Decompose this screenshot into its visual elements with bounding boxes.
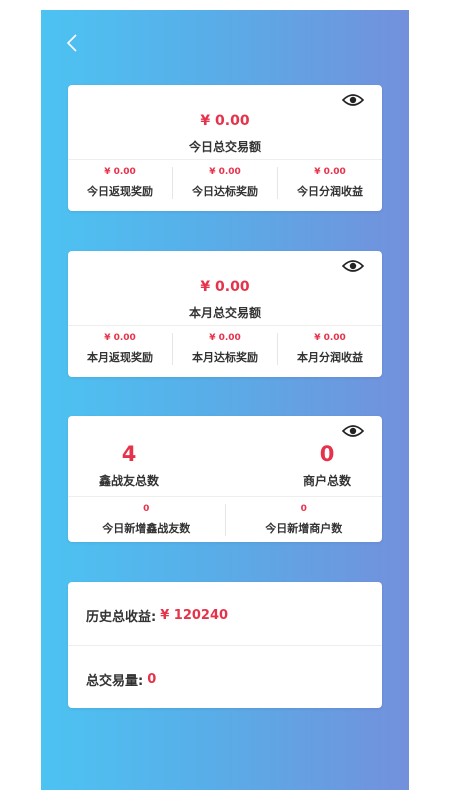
month-reward-columns: ¥ 0.00 本月返现奖励 ¥ 0.00 本月达标奖励 ¥ 0.00 本月分润收…: [68, 333, 382, 365]
month-total-amount: ¥ 0.00: [200, 279, 250, 295]
counts-card: 4 鑫战友总数 0 商户总数 0 今日新增鑫战友数 0 今日新增商户数: [68, 416, 382, 542]
today-reward-columns: ¥ 0.00 今日返现奖励 ¥ 0.00 今日达标奖励 ¥ 0.00 今日分润收…: [68, 167, 382, 199]
month-summary-card: ¥ 0.00 本月总交易额 ¥ 0.00 本月返现奖励 ¥ 0.00 本月达标奖…: [68, 251, 382, 377]
today-target-reward: ¥ 0.00 今日达标奖励: [172, 167, 277, 199]
merchants-total-count: 0: [319, 442, 335, 466]
total-volume-label: 总交易量:: [86, 674, 144, 689]
history-income-row: 历史总收益: ¥ 120240: [86, 606, 364, 625]
month-target-amount: ¥ 0.00: [209, 333, 241, 343]
new-merchants-today: 0 今日新增商户数: [224, 504, 383, 536]
history-income-label: 历史总收益:: [86, 610, 157, 625]
month-profit-share: ¥ 0.00 本月分润收益: [277, 333, 382, 365]
history-card: 历史总收益: ¥ 120240 总交易量: 0: [68, 582, 382, 708]
divider: [68, 645, 382, 646]
eye-icon[interactable]: [342, 424, 364, 438]
month-target-reward: ¥ 0.00 本月达标奖励: [172, 333, 277, 365]
friends-total-label: 鑫战友总数: [98, 474, 159, 488]
today-cashback-label: 今日返现奖励: [87, 185, 153, 198]
friends-total-count: 4: [121, 442, 137, 466]
month-target-label: 本月达标奖励: [192, 351, 258, 364]
month-cashback-amount: ¥ 0.00: [104, 333, 136, 343]
month-profit-amount: ¥ 0.00: [314, 333, 346, 343]
today-profit-amount: ¥ 0.00: [314, 167, 346, 177]
total-volume-value: 0: [147, 672, 157, 687]
history-income-value: ¥ 120240: [160, 608, 229, 623]
month-profit-label: 本月分润收益: [297, 351, 363, 364]
month-total-label: 本月总交易额: [188, 306, 261, 320]
new-merchants-today-label: 今日新增商户数: [265, 522, 343, 535]
eye-icon[interactable]: [342, 259, 364, 273]
today-cashback-amount: ¥ 0.00: [104, 167, 136, 177]
new-friends-today-count: 0: [143, 504, 150, 514]
chevron-left-icon: [66, 34, 77, 52]
month-cashback: ¥ 0.00 本月返现奖励: [68, 333, 172, 365]
total-volume-row: 总交易量: 0: [86, 670, 364, 689]
new-merchants-today-count: 0: [300, 504, 307, 514]
today-target-label: 今日达标奖励: [192, 185, 258, 198]
divider: [68, 159, 382, 160]
today-total-amount: ¥ 0.00: [200, 113, 250, 129]
new-friends-today-label: 今日新增鑫战友数: [102, 522, 191, 535]
today-target-amount: ¥ 0.00: [209, 167, 241, 177]
merchants-total-label: 商户总数: [302, 474, 351, 488]
today-profit-share: ¥ 0.00 今日分润收益: [277, 167, 382, 199]
today-profit-label: 今日分润收益: [297, 185, 363, 198]
month-cashback-label: 本月返现奖励: [87, 351, 153, 364]
today-total-label: 今日总交易额: [188, 140, 261, 154]
screen: ¥ 0.00 今日总交易额 ¥ 0.00 今日返现奖励 ¥ 0.00 今日达标奖…: [41, 10, 409, 790]
today-summary-card: ¥ 0.00 今日总交易额 ¥ 0.00 今日返现奖励 ¥ 0.00 今日达标奖…: [68, 85, 382, 211]
today-cashback: ¥ 0.00 今日返现奖励: [68, 167, 172, 199]
eye-icon[interactable]: [342, 93, 364, 107]
divider: [68, 325, 382, 326]
new-friends-today: 0 今日新增鑫战友数: [68, 504, 225, 536]
new-today-columns: 0 今日新增鑫战友数 0 今日新增商户数: [68, 504, 382, 536]
divider: [68, 496, 382, 497]
back-button[interactable]: [63, 34, 81, 52]
